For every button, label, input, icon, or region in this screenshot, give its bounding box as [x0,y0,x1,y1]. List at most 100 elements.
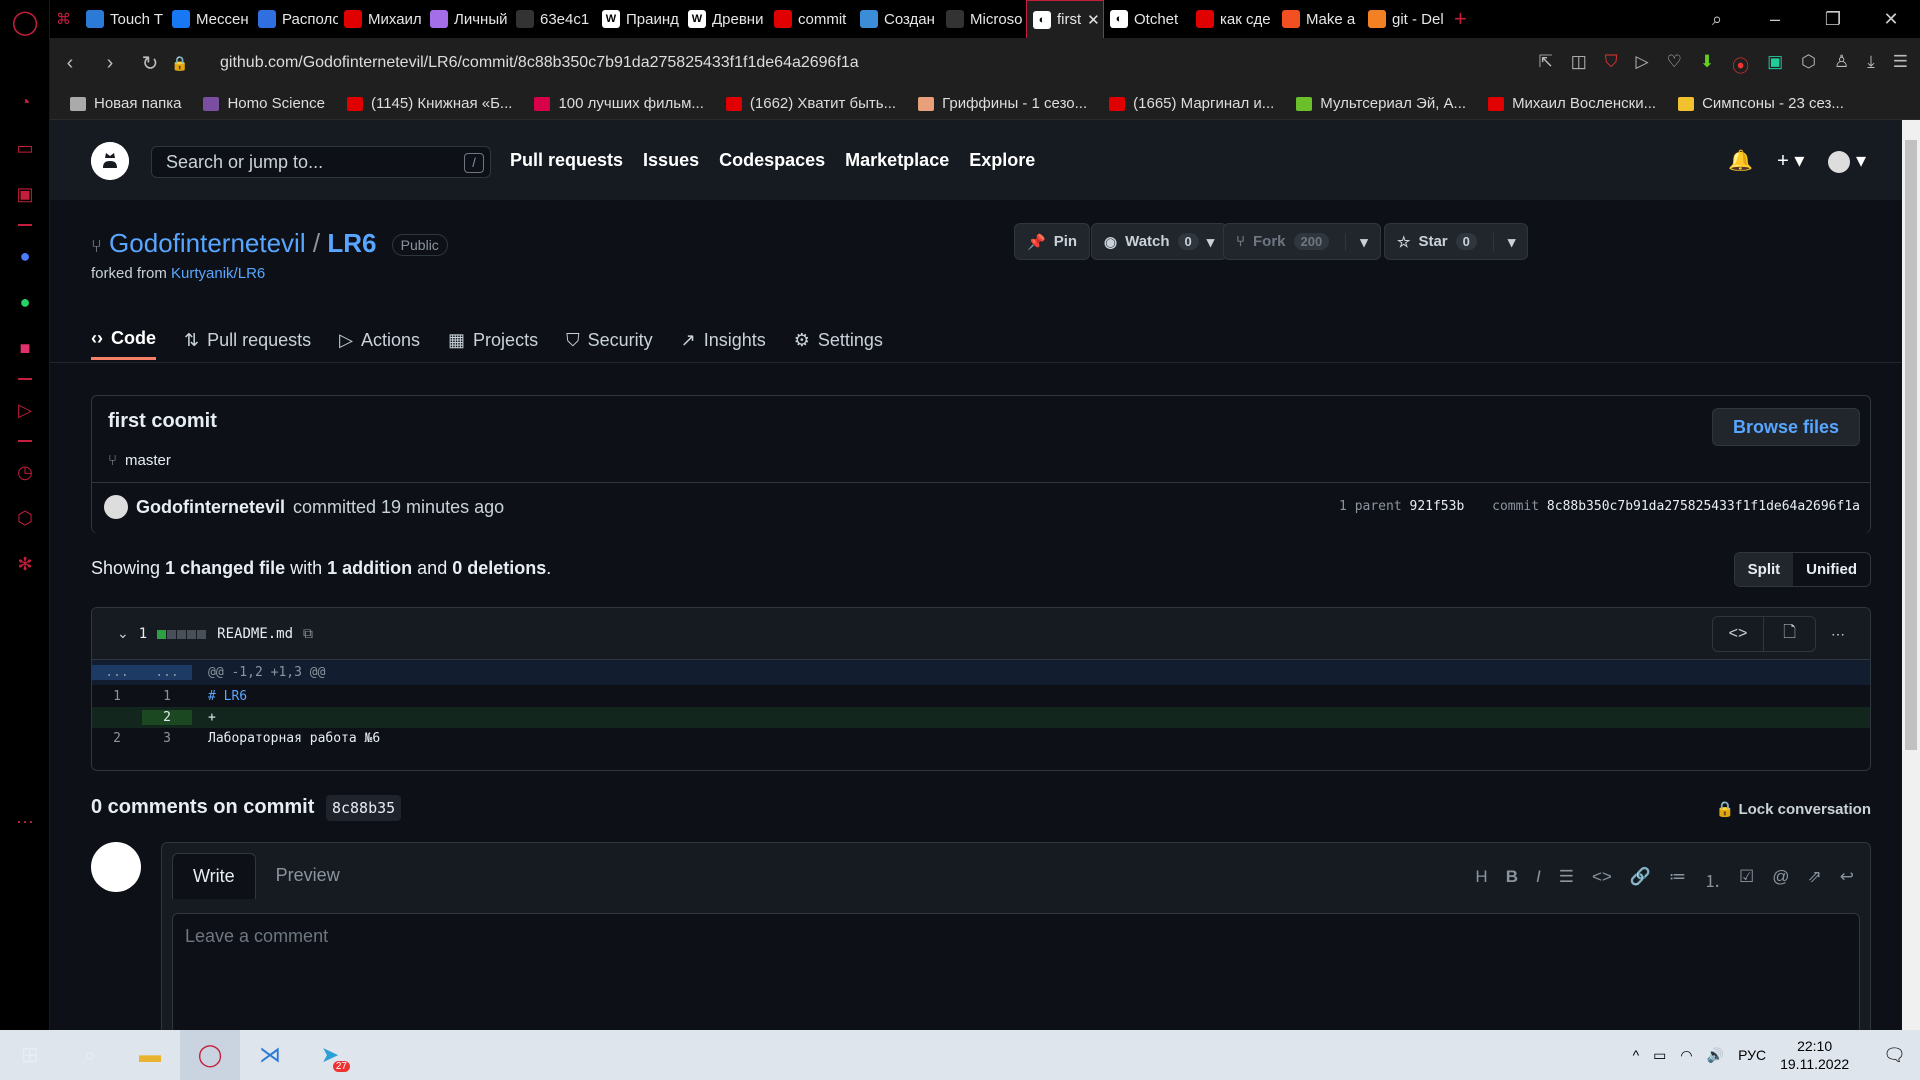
history-icon[interactable]: ◷ [13,460,37,484]
browser-tab[interactable]: Личный [424,0,510,38]
tab-insights[interactable]: ↗ Insights [681,320,766,360]
settings-icon[interactable]: ✻ [13,552,37,576]
italic-icon[interactable]: I [1536,867,1541,892]
global-nav-item[interactable]: Codespaces [719,150,825,171]
browser-tab[interactable]: Располо [252,0,338,38]
browser-tab[interactable]: ◐ first ✕ [1026,0,1104,38]
search-input[interactable]: Search or jump to... / [151,146,491,178]
reply-icon[interactable]: ↩ [1840,867,1854,892]
tab-security[interactable]: ⛉ Security [566,320,653,360]
mention-icon[interactable]: @ [1772,867,1789,892]
bookmark-item[interactable]: Мультсериал Эй, А... [1296,95,1466,112]
summary-changed[interactable]: 1 changed file [165,558,285,578]
browser-tab[interactable]: 63e4c1 [510,0,596,38]
numbered-list-icon[interactable]: ⒈ [1704,867,1721,892]
tab-settings[interactable]: ⚙ Settings [794,320,883,360]
search-tabs-icon[interactable]: ⌕ [1688,9,1746,30]
browser-tab[interactable]: Создан [854,0,940,38]
new-tab-icon[interactable]: + [1448,0,1473,38]
repo-name-link[interactable]: LR6 [327,228,376,258]
browser-tab[interactable]: как сде [1190,0,1276,38]
minimize-icon[interactable]: – [1746,9,1804,30]
telegram-icon[interactable]: ➤ 27 [300,1030,360,1080]
file-explorer-icon[interactable]: ▬ [120,1030,180,1080]
bookmark-item[interactable]: Михаил Восленски... [1488,95,1656,112]
bookmark-item[interactable]: (1145) Книжная «Б... [346,95,512,112]
old-line-number[interactable]: 1 [92,689,142,704]
browser-tab[interactable]: W Древни [682,0,768,38]
adblock-icon[interactable]: ⛉ [1605,52,1618,77]
write-tab[interactable]: Write [172,853,256,899]
heart-icon[interactable]: ♡ [1667,52,1682,77]
bookmark-item[interactable]: Гриффины - 1 сезо... [918,95,1087,112]
star-button[interactable]: ☆ Star 0 ▾ [1384,223,1529,260]
browser-tab[interactable]: Make a [1276,0,1362,38]
diff-filename[interactable]: README.md [217,626,293,642]
clock[interactable]: 22:10 19.11.2022 [1780,1037,1849,1073]
scrollbar[interactable] [1902,120,1920,1030]
scrollbar-thumb[interactable] [1905,140,1917,750]
new-line-number[interactable]: 1 [142,689,192,704]
chevron-down-icon[interactable]: ⌄ [117,625,129,642]
tab-actions[interactable]: ▷ Actions [339,320,420,360]
reload-icon[interactable]: ↻ [130,51,170,76]
vscode-icon[interactable]: ⋊ [240,1030,300,1080]
vpn-icon[interactable]: ⦿ [1732,52,1749,77]
language-indicator[interactable]: РУС [1738,1047,1766,1063]
browser-tab[interactable]: Touch T [80,0,166,38]
browser-tab[interactable]: ◐ Otchet [1104,0,1190,38]
quote-icon[interactable]: ☰ [1559,867,1574,892]
account-icon[interactable]: ♙ [1834,52,1849,77]
old-line-number[interactable]: 2 [92,731,142,746]
close-window-icon[interactable]: ✕ [1862,9,1920,30]
speed-dial-icon[interactable]: ◔ [13,90,37,114]
chevron-down-icon[interactable]: ▾ [1492,232,1515,251]
pin-button[interactable]: 📌 Pin [1014,223,1091,260]
bell-icon[interactable]: 🔔 [1728,148,1753,173]
url-field[interactable]: github.com/Godofinternetevil/LR6/commit/… [220,54,859,72]
forward-icon[interactable]: › [90,52,130,75]
downloads-icon[interactable]: ⤓ [1867,52,1875,77]
parent-sha-link[interactable]: 921f53b [1410,499,1465,514]
lock-icon[interactable]: 🔒 [170,55,190,72]
preview-tab[interactable]: Preview [256,853,360,899]
close-tab-icon[interactable]: ✕ [1087,11,1100,29]
gamepad-icon[interactable]: ⌘ [50,0,80,38]
author-avatar[interactable] [104,495,128,519]
browse-files-button[interactable]: Browse files [1711,408,1860,446]
messenger-icon[interactable]: ● [13,244,37,268]
fork-button[interactable]: ⑂ Fork 200 ▾ [1223,223,1381,260]
branch-name[interactable]: master [125,452,171,469]
browser-tab[interactable]: W Праинд [596,0,682,38]
heading-icon[interactable]: H [1475,867,1487,892]
tab-projects[interactable]: ▦ Projects [448,320,538,360]
repo-owner-link[interactable]: Godofinternetevil [109,228,306,258]
browser-tab[interactable]: Михаил [338,0,424,38]
camera-icon[interactable]: ◫ [1571,52,1587,77]
wifi-icon[interactable]: ◠ [1680,1047,1692,1064]
global-nav-item[interactable]: Pull requests [510,150,623,171]
forked-from-link[interactable]: Kurtyanik/LR6 [171,265,265,282]
copy-icon[interactable]: ⧉ [303,625,313,642]
lock-conversation-button[interactable]: 🔒 Lock conversation [1716,800,1871,818]
global-nav-item[interactable]: Marketplace [845,150,949,171]
code-icon[interactable]: <> [1592,867,1612,892]
send-icon[interactable]: ▷ [1636,52,1649,77]
unified-button[interactable]: Unified [1793,553,1870,586]
bookmark-item[interactable]: (1665) Маргинал и... [1109,95,1274,112]
hunk-expand-left[interactable]: ... [92,665,142,680]
author-link[interactable]: Godofinternetevil [136,497,285,518]
watch-button[interactable]: ◉ Watch 0 ▾ [1091,223,1228,260]
github-logo-icon[interactable] [91,142,129,180]
share-icon[interactable]: ⇱ [1538,52,1552,77]
kebab-icon[interactable]: ⋯ [1816,626,1860,643]
browser-tab[interactable]: commit [768,0,854,38]
bulleted-list-icon[interactable]: ≔ [1669,867,1686,892]
split-button[interactable]: Split [1734,553,1794,586]
plus-dropdown-icon[interactable]: + ▾ [1777,148,1804,173]
bookmark-item[interactable]: 100 лучших фильм... [534,95,704,112]
bookmark-item[interactable]: Симпсоны - 23 сез... [1678,95,1844,112]
chevron-down-icon[interactable]: ▾ [1345,232,1368,251]
download-ext-icon[interactable]: ⬇ [1700,52,1714,77]
more-icon[interactable]: ⋯ [13,810,37,834]
